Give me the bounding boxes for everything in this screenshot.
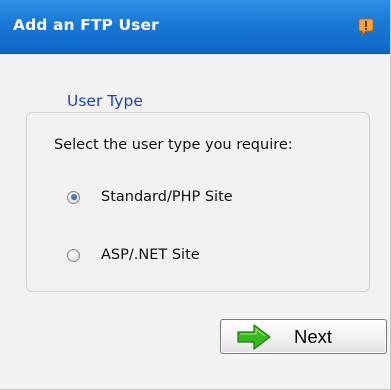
radio-standard-php-site[interactable] [67,190,80,204]
user-type-prompt: Select the user type you require: [54,137,293,153]
option-asp-net-site[interactable]: ASP/.NET Site [67,247,200,263]
next-button-label: Next [294,326,333,347]
option-label-standard-php-site: Standard/PHP Site [101,189,233,205]
radio-asp-net-site[interactable] [67,248,80,262]
dialog-title: Add an FTP User [13,16,159,34]
green-right-arrow-icon [237,324,271,350]
next-button[interactable]: Next [220,319,387,354]
title-bar: Add an FTP User [0,0,390,54]
user-type-legend: User Type [58,92,152,110]
info-exclamation-icon[interactable] [357,18,375,36]
add-ftp-user-panel: Add an FTP User User Type Select the use… [0,0,391,390]
option-standard-php-site[interactable]: Standard/PHP Site [67,189,233,205]
option-label-asp-net-site: ASP/.NET Site [101,247,200,263]
